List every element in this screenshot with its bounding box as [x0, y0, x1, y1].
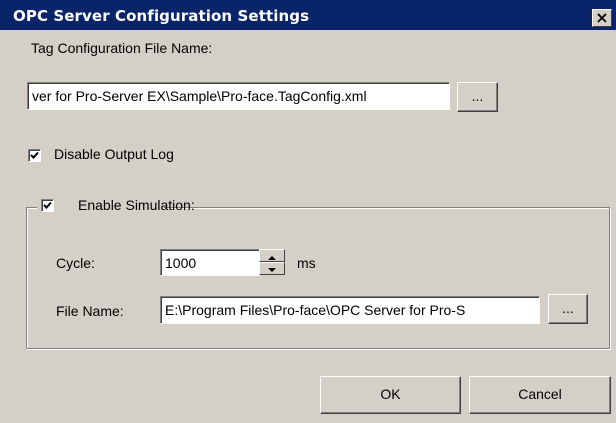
sim-file-browse-label: ... — [562, 300, 574, 316]
simulation-group-header: Enable Simulation: — [37, 195, 195, 219]
enable-simulation-checkbox[interactable] — [41, 199, 54, 212]
ok-button-label: OK — [380, 386, 401, 402]
cycle-label: Cycle: — [56, 255, 95, 271]
cycle-input[interactable]: 1000 — [160, 249, 260, 276]
tag-config-file-value: ver for Pro-Server EX\Sample\Pro-face.Ta… — [32, 88, 367, 104]
cancel-button-label: Cancel — [518, 386, 562, 402]
checkmark-icon — [43, 201, 52, 209]
spin-up-button[interactable] — [259, 249, 285, 262]
simulation-group — [26, 207, 610, 349]
close-icon: × — [595, 8, 609, 27]
sim-file-name-label: File Name: — [56, 303, 124, 319]
title-bar[interactable]: OPC Server Configuration Settings × — [0, 0, 616, 30]
disable-output-log-checkbox[interactable] — [28, 149, 41, 162]
spin-down-button[interactable] — [259, 262, 285, 275]
cancel-button[interactable]: Cancel — [469, 376, 611, 414]
tag-config-browse-button[interactable]: ... — [457, 82, 498, 112]
ok-button[interactable]: OK — [320, 376, 461, 414]
spin-down-arrow-icon — [268, 268, 276, 272]
cycle-spinner[interactable] — [259, 249, 285, 275]
tag-config-browse-label: ... — [471, 88, 484, 104]
sim-file-browse-button[interactable]: ... — [548, 294, 588, 324]
enable-simulation-label: Enable Simulation: — [78, 197, 195, 213]
close-button[interactable]: × — [592, 9, 612, 27]
disable-output-log-label: Disable Output Log — [54, 146, 174, 162]
tag-config-file-input[interactable]: ver for Pro-Server EX\Sample\Pro-face.Ta… — [27, 82, 450, 110]
sim-file-name-value: E:\Program Files\Pro-face\OPC Server for… — [165, 302, 466, 318]
window-title: OPC Server Configuration Settings — [13, 7, 310, 25]
checkmark-icon — [30, 151, 39, 159]
sim-file-name-input[interactable]: E:\Program Files\Pro-face\OPC Server for… — [160, 296, 540, 324]
tag-config-label: Tag Configuration File Name: — [31, 40, 213, 56]
dialog-window: OPC Server Configuration Settings × Tag … — [0, 0, 616, 423]
cycle-value: 1000 — [165, 255, 197, 271]
cycle-unit-label: ms — [297, 255, 316, 271]
